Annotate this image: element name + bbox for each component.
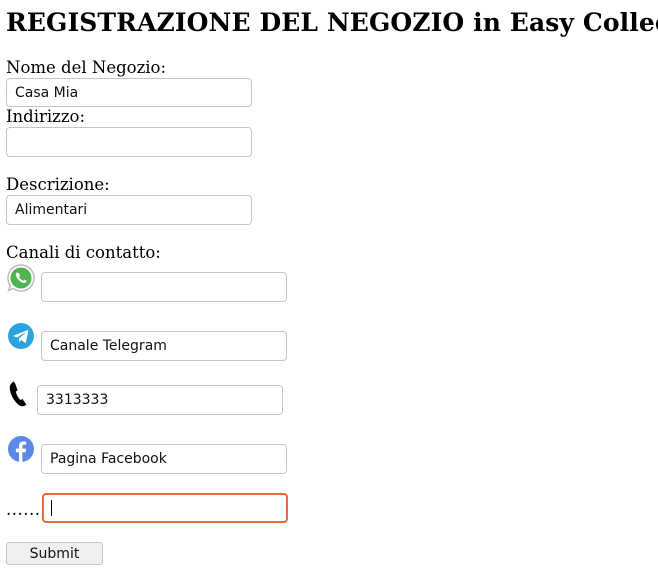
address-label: Indirizzo: <box>6 107 86 126</box>
store-name-input[interactable] <box>6 78 252 107</box>
telegram-icon <box>7 322 35 350</box>
description-input[interactable] <box>6 195 252 225</box>
telegram-input[interactable] <box>41 331 287 361</box>
other-channel-label: ...... <box>6 500 41 519</box>
whatsapp-icon <box>6 263 36 293</box>
other-channel-input[interactable] <box>42 493 288 523</box>
phone-input[interactable] <box>37 385 283 415</box>
facebook-input[interactable] <box>41 444 287 474</box>
contact-channels-label: Canali di contatto: <box>6 243 161 262</box>
page-title: REGISTRAZIONE DEL NEGOZIO in Easy Collec… <box>6 8 658 37</box>
address-input[interactable] <box>6 127 252 157</box>
store-name-label: Nome del Negozio: <box>6 58 167 77</box>
description-label: Descrizione: <box>6 175 110 194</box>
whatsapp-input[interactable] <box>41 272 287 302</box>
text-cursor <box>51 500 52 516</box>
submit-button[interactable]: Submit <box>6 542 103 565</box>
facebook-icon <box>7 435 35 463</box>
phone-icon <box>6 380 34 408</box>
